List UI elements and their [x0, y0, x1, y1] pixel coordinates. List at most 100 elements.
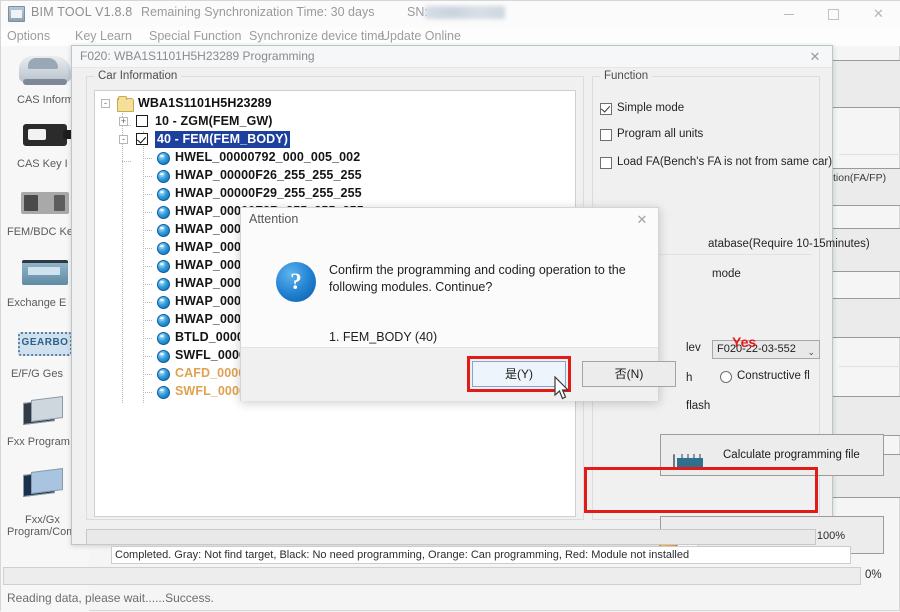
- tree-checkbox-fem-body[interactable]: [136, 133, 148, 145]
- car-information-legend: Car Information: [94, 70, 182, 82]
- checkbox-program-all-units-box: [600, 129, 612, 141]
- gearbox-icon: GEARBO: [18, 332, 72, 356]
- programming-progress-percent: 100%: [816, 530, 845, 542]
- bottom-progress-bar: [3, 567, 861, 585]
- module-bullet-icon: [157, 368, 170, 381]
- module-bullet-icon: [157, 386, 170, 399]
- attention-dialog-title-bar: Attention ✕: [241, 208, 658, 234]
- checkbox-simple-mode-box: [600, 103, 612, 115]
- tree-tick: [143, 356, 152, 357]
- checkbox-load-fa-box: [600, 157, 612, 169]
- attention-dialog-close-icon[interactable]: ✕: [632, 211, 652, 229]
- tree-label-zgm: 10 - ZGM(FEM_GW): [155, 114, 273, 128]
- programming-window-title-bar: F020: WBA1S1101H5H23289 Programming ✕: [72, 46, 832, 68]
- tree-tick: [143, 374, 152, 375]
- tree-checkbox-zgm[interactable]: [136, 115, 148, 127]
- attention-dialog-module-line: 1. FEM_BODY (40): [329, 330, 438, 344]
- version-dropdown[interactable]: F020-22-03-552 ⌄: [712, 340, 820, 359]
- module-bullet-icon: [157, 242, 170, 255]
- tree-expander-zgm[interactable]: +: [119, 117, 128, 126]
- bottom-status-text: Reading data, please wait......Success.: [7, 591, 214, 605]
- attention-dialog-footer: Yes 是(Y) 否(N): [241, 334, 756, 401]
- attention-dialog-title: Attention: [249, 212, 299, 226]
- tree-label-swfl-orange: SWFL_0000: [175, 384, 247, 398]
- menu-special-function[interactable]: Special Function: [149, 29, 241, 43]
- question-icon-glyph: ?: [290, 269, 302, 294]
- module-bullet-icon: [157, 332, 170, 345]
- tree-connector-line: [122, 113, 123, 403]
- tree-connector-line-2: [143, 131, 144, 403]
- bg-button-4[interactable]: [829, 298, 900, 338]
- bg-button-fa-fp[interactable]: tion(FA/FP): [829, 168, 900, 206]
- bg-button-1[interactable]: [829, 60, 900, 108]
- app-logo-icon: [8, 6, 25, 22]
- function-legend: Function: [600, 70, 653, 82]
- programming-status-text: Completed. Gray: Not find target, Black:…: [111, 546, 851, 564]
- background-button-column: tion(FA/FP) ning: [829, 46, 900, 566]
- ecu-icon: [22, 260, 68, 285]
- programming-progress-bar: 100%: [86, 529, 845, 545]
- folder-icon: [117, 96, 134, 112]
- tree-label-item: HWAP_00000F29_255_255_255: [175, 186, 362, 200]
- tree-tick: [143, 266, 152, 267]
- tree-tick: [143, 320, 152, 321]
- bg-button-3[interactable]: [829, 228, 900, 272]
- tree-label-item: HWAP_0000: [175, 222, 249, 236]
- chevron-down-icon: ⌄: [807, 347, 815, 357]
- tree-label-root: WBA1S1101H5H23289: [138, 96, 272, 110]
- tree-tick: [143, 212, 152, 213]
- maximize-button[interactable]: [811, 1, 856, 27]
- attention-dialog: Attention ✕ ? Confirm the programming an…: [240, 207, 756, 401]
- menu-bar: Options Key Learn Special Function Synch…: [1, 27, 900, 46]
- car-icon: [19, 56, 71, 85]
- background-divider-1: [839, 154, 900, 155]
- module-bullet-icon: [157, 188, 170, 201]
- bg-button-5[interactable]: [829, 396, 900, 436]
- no-button[interactable]: 否(N): [582, 361, 676, 387]
- bottom-progress-percent: 0%: [865, 569, 882, 581]
- yes-annotation-label: Yes: [732, 334, 757, 350]
- tree-label-item: HWAP_0000: [175, 294, 249, 308]
- lev-label: lev: [686, 342, 701, 354]
- menu-key-learn[interactable]: Key Learn: [75, 29, 132, 43]
- module-bullet-icon: [157, 260, 170, 273]
- tree-label-item: HWAP_0000: [175, 240, 249, 254]
- app-title: BIM TOOL V1.8.8: [31, 5, 133, 19]
- tree-label-item: HWAP_0000: [175, 312, 249, 326]
- tree-tick: [143, 230, 152, 231]
- close-button[interactable]: ✕: [856, 1, 900, 27]
- tree-tick: [143, 338, 152, 339]
- module-bullet-icon: [157, 314, 170, 327]
- function-stub-h: h: [686, 372, 693, 384]
- menu-update-online[interactable]: Update Online: [381, 29, 461, 43]
- tree-tick: [143, 284, 152, 285]
- mode-text: mode: [712, 268, 741, 280]
- yes-button[interactable]: 是(Y): [472, 361, 566, 387]
- minimize-button[interactable]: [766, 1, 811, 27]
- module-bullet-icon: [157, 296, 170, 309]
- tree-expander-root[interactable]: -: [101, 99, 110, 108]
- tree-label-swfl: SWFL_0000: [175, 348, 247, 362]
- tree-expander-fem[interactable]: -: [119, 135, 128, 144]
- radio-constructive-flash-circle: [720, 371, 732, 383]
- checkbox-load-fa-label: Load FA(Bench's FA is not from same car): [617, 156, 833, 168]
- module-bullet-icon: [157, 152, 170, 165]
- tree-label-fem-body: 40 - FEM(FEM_BODY): [155, 131, 290, 148]
- version-dropdown-value: F020-22-03-552: [717, 343, 796, 355]
- checkbox-program-all-units-label: Program all units: [617, 128, 704, 140]
- tree-tick: [143, 194, 152, 195]
- background-divider-2: [839, 366, 900, 367]
- module-bullet-icon: [157, 350, 170, 363]
- tree-label-item: HWAP_00000F26_255_255_255: [175, 168, 362, 182]
- menu-sync-device-time[interactable]: Synchronize device time: [249, 29, 384, 43]
- attention-dialog-body: ? Confirm the programming and coding ope…: [241, 234, 658, 347]
- programming-button-highlight: [584, 467, 818, 513]
- files-icon: [23, 396, 67, 425]
- menu-options[interactable]: Options: [7, 29, 50, 43]
- programming-window-close-icon[interactable]: ✕: [804, 48, 826, 66]
- serial-number-redacted: [425, 6, 505, 19]
- programming-window-title: F020: WBA1S1101H5H23289 Programming: [80, 49, 315, 63]
- database-requirement-text: atabase(Require 10-15minutes): [708, 238, 870, 250]
- tree-tick: [143, 392, 152, 393]
- tree-label-item: HWAP_0000: [175, 276, 249, 290]
